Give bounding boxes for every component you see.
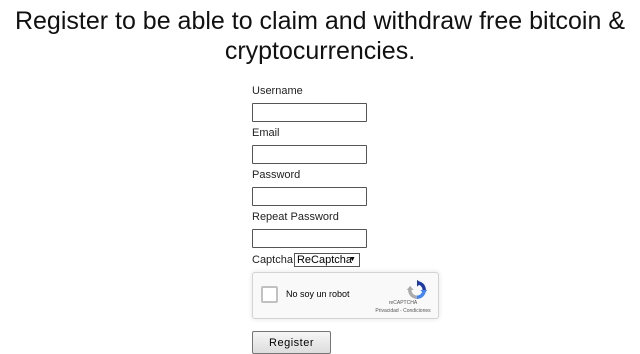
recaptcha-logo-icon — [406, 279, 428, 299]
captcha-type-selected-value: ReCaptcha — [296, 253, 353, 266]
register-button[interactable]: Register — [252, 331, 331, 354]
recaptcha-checkbox[interactable] — [261, 286, 278, 303]
register-form: Username Email Password Repeat Password … — [252, 84, 452, 354]
captcha-type-select[interactable]: ReCaptcha ▼ — [293, 252, 360, 267]
captcha-row: Captcha ReCaptcha ▼ — [252, 252, 452, 267]
email-input[interactable] — [252, 145, 367, 164]
repeat-password-input[interactable] — [252, 229, 367, 248]
captcha-label: Captcha — [252, 253, 293, 266]
password-label: Password — [252, 169, 301, 181]
email-label: Email — [252, 127, 280, 139]
page-heading: Register to be able to claim and withdra… — [14, 7, 626, 65]
username-label: Username — [252, 85, 303, 97]
repeat-password-label: Repeat Password — [252, 211, 339, 223]
recaptcha-widget: No soy un robot reCAPTCHA Privacidad - C… — [252, 272, 439, 319]
recaptcha-links[interactable]: Privacidad - Condiciones — [368, 308, 438, 314]
recaptcha-checkbox-label: No soy un robot — [286, 289, 350, 299]
dropdown-arrow-icon: ▼ — [349, 255, 356, 263]
recaptcha-brand: reCAPTCHA — [388, 300, 418, 306]
password-input[interactable] — [252, 187, 367, 206]
username-input[interactable] — [252, 103, 367, 122]
